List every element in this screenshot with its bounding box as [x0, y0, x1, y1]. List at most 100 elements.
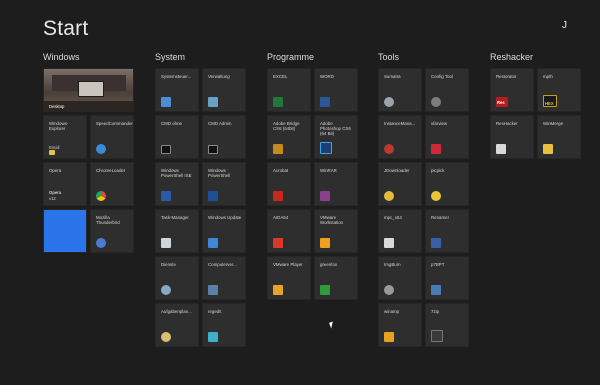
tile-desktop[interactable]: Desktop [43, 68, 134, 112]
tile-label: Desktop [49, 104, 65, 109]
tile-computerverwaltung[interactable]: Computerver... [202, 256, 246, 300]
tile-jdownloader[interactable]: JDownloader [378, 162, 422, 206]
tile-vmware-player[interactable]: VMware Player [267, 256, 311, 300]
tile-powershell-ise[interactable]: Windows PowerShell ISE [155, 162, 199, 206]
winrar-icon [320, 191, 330, 201]
excel-icon [273, 97, 283, 107]
tile-winmerge[interactable]: WinMerge [537, 115, 581, 159]
tile-regedit[interactable]: regedit [202, 303, 246, 347]
tile-acrobat[interactable]: Acrobat [267, 162, 311, 206]
tile-label: Config Tool [431, 74, 453, 79]
tile-greenfox[interactable]: greenfox [314, 256, 358, 300]
tile-speedcommander[interactable]: SpeedCommander [90, 115, 134, 159]
tile-label: Dienste [161, 262, 176, 267]
computer-management-icon [208, 285, 218, 295]
tile-badge: Opera [49, 190, 62, 195]
tile-label: JDownloader [384, 168, 410, 173]
tile-label: Windows PowerShell ISE [161, 168, 192, 179]
tile-label: regedit [208, 309, 222, 314]
tile-task-manager[interactable]: Task-Manager [155, 209, 199, 253]
winmerge-icon [543, 144, 553, 154]
tile-label: ResHacker [496, 121, 518, 126]
tile-winamp[interactable]: winamp [378, 303, 422, 347]
tile-label: Verwaltung [208, 74, 230, 79]
group-label[interactable]: Reshacker [490, 52, 581, 65]
tile-label: VMware Player [273, 262, 303, 267]
tile-reshacker[interactable]: ResHacker [490, 115, 534, 159]
winamp-icon [384, 332, 394, 342]
tile-winrar[interactable]: WinRAR [314, 162, 358, 206]
tile-7zip[interactable]: 7zip [425, 303, 469, 347]
tile-powershell[interactable]: Windows PowerShell [202, 162, 246, 206]
tile-label: xfarview [431, 121, 448, 126]
tile-label: p7BPT [431, 262, 445, 267]
tile-label: Sumatra [384, 74, 401, 79]
tile-label: Restorator [496, 74, 517, 79]
tile-label: Windows Update [208, 215, 242, 220]
tile-badge: Res [497, 100, 505, 105]
tile-p7bpt[interactable]: p7BPT [425, 256, 469, 300]
tile-label: InstanceMana... [384, 121, 416, 126]
user-tile[interactable]: J [562, 20, 567, 31]
tile-label: Acrobat [273, 168, 289, 173]
tile-adobe-bridge[interactable]: Adobe Bridge CS6 (64bit) [267, 115, 311, 159]
reshacker-icon [496, 144, 506, 154]
tile-word[interactable]: WORD [314, 68, 358, 112]
windows-update-icon [208, 238, 218, 248]
tile-label: Aufgabenplan... [161, 309, 192, 314]
tile-cmd-ohne[interactable]: CMD ohne [155, 115, 199, 159]
mpc-icon [384, 238, 394, 248]
word-icon [320, 97, 330, 107]
tile-opera[interactable]: Opera Opera v12 [43, 162, 87, 206]
tile-verwaltung[interactable]: Verwaltung [202, 68, 246, 112]
tile-label: Renamer [431, 215, 450, 220]
group-windows: Windows Desktop Windows-Explorer Email S… [43, 52, 134, 253]
tile-config-tool[interactable]: Config Tool [425, 68, 469, 112]
tile-dienste[interactable]: Dienste [155, 256, 199, 300]
group-label[interactable]: Tools [378, 52, 469, 65]
tile-label: 7zip [431, 309, 440, 314]
tile-imgburn[interactable]: ImgBurn [378, 256, 422, 300]
tile-picpick[interactable]: picpick [425, 162, 469, 206]
tile-label: WORD [320, 74, 334, 79]
tile-cmd-admin[interactable]: CMD Admin [202, 115, 246, 159]
tile-mozilla-thunderbird[interactable]: Mozilla Thunderbird [90, 209, 134, 253]
tile-mpc[interactable]: mpc_x64 [378, 209, 422, 253]
tile-badge-version: v12 [49, 196, 56, 201]
tile-renamer[interactable]: Renamer [425, 209, 469, 253]
tile-label: Adobe Bridge CS6 (64bit) [273, 121, 300, 132]
group-label[interactable]: System [155, 52, 246, 65]
tile-systemsteuerung[interactable]: Systemsteuer... [155, 68, 199, 112]
aida64-icon [273, 238, 283, 248]
tile-adobe-photoshop[interactable]: Adobe Photoshop CS6 (64 Bit) [314, 115, 358, 159]
task-scheduler-icon [161, 332, 171, 342]
imgburn-icon [384, 285, 394, 295]
tile-instance-manager[interactable]: InstanceMana... [378, 115, 422, 159]
tile-windows-update[interactable]: Windows Update [202, 209, 246, 253]
group-reshacker: Reshacker Restorator Res mpth HEX ResHac… [490, 52, 581, 159]
tile-label: winamp [384, 309, 400, 314]
cmd-admin-icon [208, 145, 218, 154]
tile-thunderbird-color[interactable] [43, 209, 87, 253]
tile-label: Computerver... [208, 262, 237, 267]
thunderbird-icon [96, 238, 106, 248]
greenfox-icon [320, 285, 330, 295]
tile-excel[interactable]: EXCEL [267, 68, 311, 112]
tile-aufgabenplanung[interactable]: Aufgabenplan... [155, 303, 199, 347]
tile-windows-explorer[interactable]: Windows-Explorer Email [43, 115, 87, 159]
vmware-player-icon [273, 285, 283, 295]
group-label[interactable]: Programme [267, 52, 358, 65]
tile-chromeloader[interactable]: ChromeLoader [90, 162, 134, 206]
tile-aida64[interactable]: AIDA64 [267, 209, 311, 253]
acrobat-icon [273, 191, 283, 201]
tile-label: Windows-Explorer [49, 121, 69, 132]
tile-sumatra[interactable]: Sumatra [378, 68, 422, 112]
tile-xfarview[interactable]: xfarview [425, 115, 469, 159]
p7bpt-icon [431, 285, 441, 295]
vmware-workstation-icon [320, 238, 330, 248]
group-label[interactable]: Windows [43, 52, 134, 65]
sumatra-icon [384, 97, 394, 107]
tile-restorator[interactable]: Restorator Res [490, 68, 534, 112]
tile-vmware-workstation[interactable]: VMware Workstation [314, 209, 358, 253]
tile-mpth[interactable]: mpth HEX [537, 68, 581, 112]
